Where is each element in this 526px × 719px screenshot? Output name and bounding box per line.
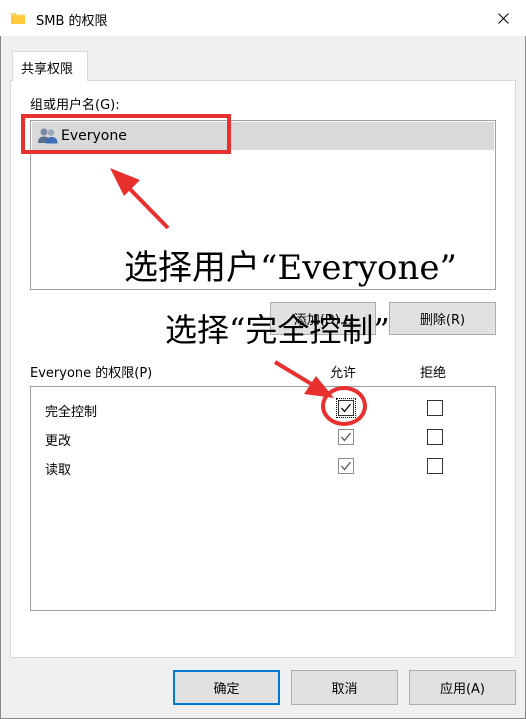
highlight-box-everyone [21, 114, 231, 154]
allow-read-checkbox[interactable] [338, 458, 354, 474]
permissions-title: Everyone 的权限(P) [30, 366, 153, 381]
permissions-list: 完全控制 更改 读取 [30, 386, 496, 611]
checkmark-icon [341, 432, 352, 442]
checkmark-icon [341, 461, 352, 471]
deny-column-header: 拒绝 [420, 366, 447, 381]
permission-name: 更改 [45, 434, 72, 449]
permission-row-full-control: 完全控制 [31, 390, 495, 420]
window-title: SMB 的权限 [36, 14, 108, 29]
title-bar: SMB 的权限 [0, 0, 526, 36]
remove-button[interactable]: 删除(R) [389, 302, 496, 335]
folder-icon [11, 13, 25, 24]
close-button[interactable] [480, 0, 526, 36]
close-icon [497, 12, 509, 24]
allow-change-checkbox[interactable] [338, 429, 354, 445]
ok-button[interactable]: 确定 [173, 670, 280, 705]
highlight-circle-full-control [321, 386, 367, 426]
cancel-button[interactable]: 取消 [291, 670, 398, 705]
annotation-select-full-control: 选择“完全控制” [165, 311, 390, 349]
deny-read-checkbox[interactable] [427, 458, 443, 474]
permission-row-change: 更改 [31, 419, 495, 449]
permission-name: 完全控制 [45, 405, 98, 420]
allow-column-header: 允许 [330, 366, 357, 381]
group-or-user-label: 组或用户名(G): [30, 98, 120, 113]
deny-full-control-checkbox[interactable] [427, 400, 443, 416]
annotation-select-user: 选择用户“Everyone” [124, 248, 457, 288]
permission-row-read: 读取 [31, 448, 495, 478]
permission-name: 读取 [45, 463, 72, 478]
tab-label: 共享权限 [21, 62, 74, 77]
apply-button[interactable]: 应用(A) [409, 670, 516, 705]
tab-share-permissions[interactable]: 共享权限 [12, 51, 88, 81]
deny-change-checkbox[interactable] [427, 429, 443, 445]
